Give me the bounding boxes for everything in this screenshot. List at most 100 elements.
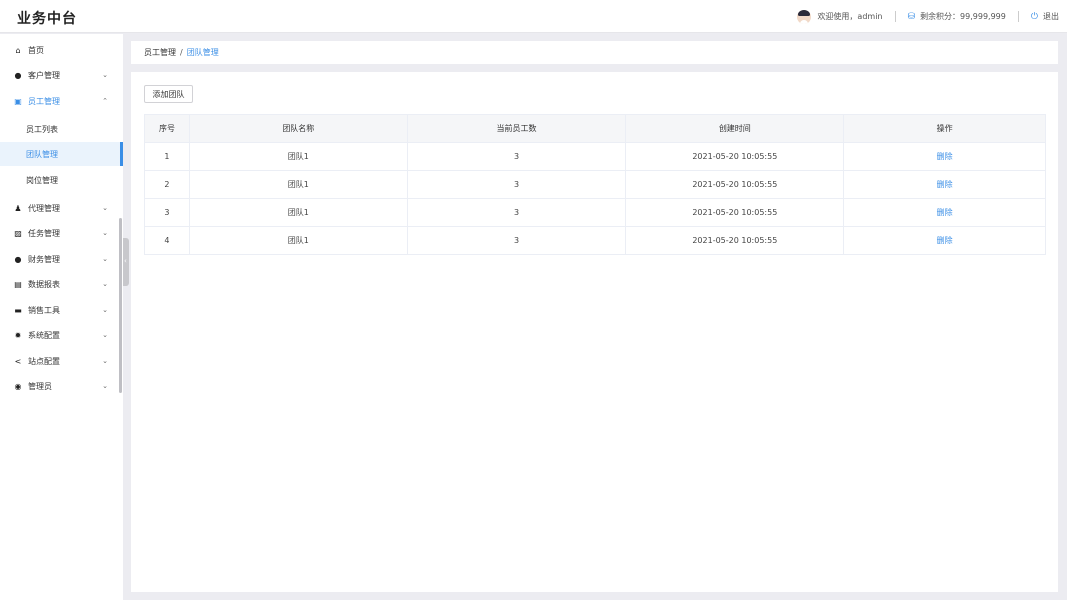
delete-link[interactable]: 删除 [937, 236, 953, 245]
add-team-button[interactable]: 添加团队 [144, 85, 193, 103]
nav-customer[interactable]: ● 客户管理 ⌄ [0, 63, 123, 87]
nav-admin[interactable]: ◉ 管理员 ⌄ [0, 374, 123, 398]
header-divider [894, 11, 896, 22]
nav-agent[interactable]: ♟ 代理管理 ⌄ [0, 196, 123, 220]
user-circle-icon: ◉ [14, 381, 22, 391]
money-bag-icon: ● [14, 70, 22, 80]
header-user-area: 欢迎使用，admin ⛁ 剩余积分：99,999,999 ⏻ 退出 [797, 0, 1059, 33]
chevron-down-icon: ⌄ [102, 204, 108, 212]
points-text: 剩余积分：99,999,999 [920, 12, 1006, 21]
column-header-created-time: 创建时间 [625, 114, 845, 143]
id-card-icon: ▣ [14, 96, 22, 106]
sidebar: ⌂ 首页 ● 客户管理 ⌄ ▣ 员工管理 ⌃ 员工列表 团队管理 岗位管理 ♟ … [0, 34, 123, 600]
team-table: 序号 团队名称 当前员工数 创建时间 操作 1 团队1 3 2021-05-20… [144, 114, 1046, 255]
briefcase-icon: ▬ [14, 305, 22, 315]
column-header-actions: 操作 [843, 114, 1046, 143]
chevron-down-icon: ⌄ [102, 357, 108, 365]
delete-link[interactable]: 删除 [937, 152, 953, 161]
welcome-text: 欢迎使用，admin [817, 12, 883, 21]
column-header-employee-count: 当前员工数 [406, 114, 627, 143]
nav-sales-label: 销售工具 [28, 305, 60, 315]
nav-site-label: 站点配置 [28, 356, 60, 366]
nav-task[interactable]: ▨ 任务管理 ⌄ [0, 221, 123, 245]
chevron-down-icon: ⌄ [102, 280, 108, 288]
row-created-time: 2021-05-20 10:05:55 [625, 170, 845, 199]
nav-task-label: 任务管理 [28, 228, 60, 238]
breadcrumb: 员工管理 / 团队管理 [131, 41, 1058, 64]
table-row: 4 团队1 3 2021-05-20 10:05:55 删除 [144, 226, 1046, 255]
header-divider [1017, 11, 1019, 22]
row-team-name: 团队1 [188, 226, 408, 255]
nav-report[interactable]: ▤ 数据报表 ⌄ [0, 272, 123, 296]
sidebar-collapse-handle[interactable]: ‹ [123, 238, 129, 286]
table-row: 3 团队1 3 2021-05-20 10:05:55 删除 [144, 198, 1046, 227]
nav-employee-label: 员工管理 [28, 96, 60, 106]
row-created-time: 2021-05-20 10:05:55 [625, 226, 845, 255]
chevron-left-icon: ‹ [124, 257, 127, 265]
chevron-down-icon: ⌄ [102, 331, 108, 339]
row-team-name: 团队1 [188, 170, 408, 199]
nav-employee-list-label: 员工列表 [26, 124, 58, 134]
row-created-time: 2021-05-20 10:05:55 [625, 198, 845, 227]
row-actions: 删除 [843, 226, 1046, 255]
users-icon: ♟ [14, 203, 22, 213]
nav-finance[interactable]: ● 财务管理 ⌄ [0, 247, 123, 271]
nav-home-label: 首页 [28, 45, 44, 55]
row-actions: 删除 [843, 170, 1046, 199]
nav-sales[interactable]: ▬ 销售工具 ⌄ [0, 298, 123, 322]
power-icon[interactable]: ⏻ [1031, 12, 1038, 22]
column-header-index: 序号 [144, 114, 190, 143]
table-row: 2 团队1 3 2021-05-20 10:05:55 删除 [144, 170, 1046, 199]
table-row: 1 团队1 3 2021-05-20 10:05:55 删除 [144, 142, 1046, 171]
nav-system-label: 系统配置 [28, 330, 60, 340]
row-index: 4 [144, 226, 190, 255]
chevron-up-icon: ⌃ [102, 97, 108, 105]
breadcrumb-current: 团队管理 [186, 48, 219, 57]
row-index: 2 [144, 170, 190, 199]
share-icon: < [14, 356, 22, 366]
row-team-name: 团队1 [188, 198, 408, 227]
nav-team-management-label: 团队管理 [26, 149, 58, 159]
money-bag-icon: ● [14, 254, 22, 264]
chevron-down-icon: ⌄ [102, 382, 108, 390]
chevron-down-icon: ⌄ [102, 306, 108, 314]
gear-icon: ✹ [14, 330, 22, 340]
logout-link[interactable]: 退出 [1043, 11, 1059, 22]
breadcrumb-separator: / [180, 48, 183, 57]
nav-home[interactable]: ⌂ 首页 [0, 38, 123, 62]
table-header-row: 序号 团队名称 当前员工数 创建时间 操作 [144, 114, 1046, 143]
nav-agent-label: 代理管理 [28, 203, 60, 213]
nav-report-label: 数据报表 [28, 279, 60, 289]
row-index: 1 [144, 142, 190, 171]
nav-position-management[interactable]: 岗位管理 [0, 168, 123, 192]
delete-link[interactable]: 删除 [937, 180, 953, 189]
sidebar-scrollbar[interactable] [119, 218, 122, 393]
nav-finance-label: 财务管理 [28, 254, 60, 264]
main-content: 添加团队 序号 团队名称 当前员工数 创建时间 操作 1 团队1 3 2021-… [131, 72, 1058, 592]
chevron-down-icon: ⌄ [102, 255, 108, 263]
coins-icon: ⛁ [907, 11, 916, 22]
chevron-down-icon: ⌄ [102, 229, 108, 237]
nav-employee-list[interactable]: 员工列表 [0, 117, 123, 141]
row-index: 3 [144, 198, 190, 227]
row-employee-count: 3 [406, 142, 627, 171]
nav-site[interactable]: < 站点配置 ⌄ [0, 349, 123, 373]
user-avatar[interactable] [797, 9, 812, 24]
nav-system[interactable]: ✹ 系统配置 ⌄ [0, 323, 123, 347]
row-employee-count: 3 [406, 170, 627, 199]
nav-employee[interactable]: ▣ 员工管理 ⌃ [0, 89, 123, 113]
row-created-time: 2021-05-20 10:05:55 [625, 142, 845, 171]
nav-position-management-label: 岗位管理 [26, 175, 58, 185]
nav-team-management[interactable]: 团队管理 [0, 142, 123, 166]
delete-link[interactable]: 删除 [937, 208, 953, 217]
row-employee-count: 3 [406, 198, 627, 227]
row-team-name: 团队1 [188, 142, 408, 171]
column-header-team-name: 团队名称 [188, 114, 408, 143]
breadcrumb-parent[interactable]: 员工管理 [144, 47, 176, 58]
nav-admin-label: 管理员 [28, 381, 52, 391]
row-actions: 删除 [843, 198, 1046, 227]
chevron-down-icon: ⌄ [102, 71, 108, 79]
nav-customer-label: 客户管理 [28, 70, 60, 80]
app-logo: 业务中台 [17, 11, 77, 27]
home-icon: ⌂ [15, 45, 21, 55]
